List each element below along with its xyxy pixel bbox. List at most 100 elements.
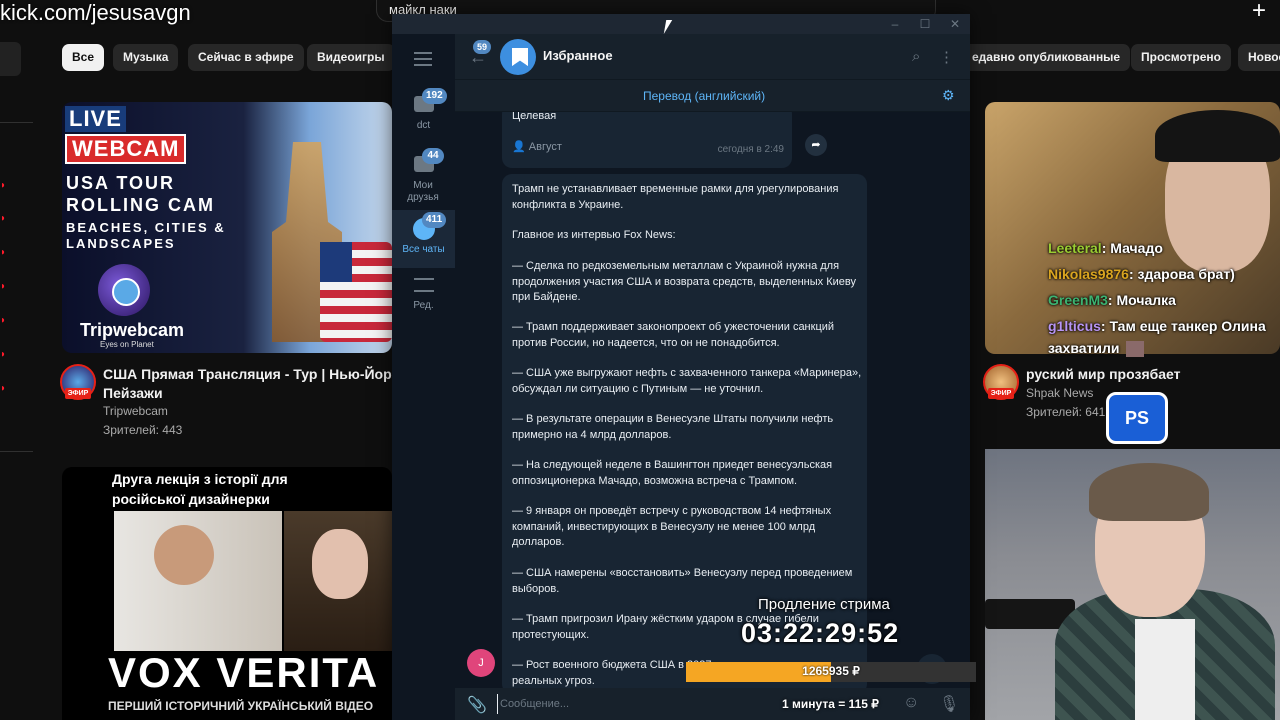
live-indicator-icon: ◗ [0,281,7,292]
minimize-icon[interactable]: – [880,14,910,34]
translate-label[interactable]: Перевод (английский) [643,89,765,103]
message-paragraph: — На следующей неделе в Вашингтон приеде… [512,459,833,487]
close-icon[interactable]: ✕ [940,14,970,34]
chat-text: : Там еще танкер Олина [1100,318,1266,334]
chip-new[interactable]: Новое [1238,44,1280,71]
folder-edit[interactable]: Ред. [392,270,455,328]
folder-label: dct [416,120,431,131]
streamer-webcam [985,449,1280,720]
message-paragraph: — Сделка по редкоземельным металлам с Ук… [512,260,856,303]
thumbnail-bottom-text: ПЕРШИЙ ІСТОРИЧНИЙ УКРАЇНСЬКИЙ ВІДЕО [108,699,374,713]
sidebar-edge [0,42,21,76]
chat-text: захватили [1048,340,1120,356]
forward-author: 👤 Август [512,141,562,153]
chip-music[interactable]: Музыка [113,44,179,71]
chat-text: : Мачадо [1101,240,1163,256]
create-plus-icon[interactable]: + [1252,0,1266,25]
video-thumbnail-vox-veritas[interactable]: Друга лекція з історії для російської ди… [62,467,392,720]
thumbnail-subline: BEACHES, CITIES & LANDSCAPES [66,220,226,252]
message-bubble[interactable]: Целевая 👤 Август сегодня в 2:49 [502,112,792,168]
video-thumbnail-usa-tour[interactable]: LIVE WEBCAM USA TOUR ROLLING CAM BEACHES… [62,102,392,353]
message-paragraph: Главное из интервью Fox News: [512,229,676,241]
chip-live-now[interactable]: Сейчас в эфире [188,44,304,71]
message-paragraph: — 9 января он проведёт встречу с руковод… [512,505,832,548]
thumbnail-brand: Tripwebcam [80,320,185,340]
thumbnail-person-left [114,511,282,651]
chat-message: GreenM3: Мочалка [1048,292,1176,308]
chat-text: : Мочалка [1107,292,1176,308]
message-paragraph: Трамп не устанавливает временные рамки д… [512,183,839,211]
thumbnail-caption: Друга лекція з історії для російської ди… [112,469,288,509]
unread-badge: 44 [422,148,444,164]
message-paragraph: — Трамп поддерживает законопроект об уже… [512,321,835,349]
window-titlebar[interactable]: – ☐ ✕ [392,14,970,34]
chat-title[interactable]: Избранное [543,48,613,63]
composer: 📎 ☺ 🎙 [455,688,970,720]
chat-message: захватили [1048,340,1144,358]
message-paragraph: — США намерены «восстановить» Венесуэлу … [512,567,853,595]
stream-extension-label: Продление стрима [758,596,890,613]
chat-username: g1lticus [1048,318,1101,334]
microphone-icon[interactable]: 🎙 [939,694,959,714]
thumbnail-line: російської дизайнерки [112,491,270,507]
thumbnail-big-text: VOX VERITA [108,649,380,696]
folder-label: Ред. [413,300,434,311]
chat-message: g1lticus: Там еще танкер Олина [1048,318,1266,334]
thumbnail-webcam-text: WEBCAM [65,134,187,164]
emoji-icon[interactable]: ☺ [903,694,919,712]
chat-message: Nikolas9876: здарова брат) [1048,266,1235,282]
maximize-icon[interactable]: ☐ [910,14,940,34]
folder-all-chats[interactable]: 411 Все чаты [392,210,455,268]
unread-badge: 411 [422,212,447,228]
stream-timer: 03:22:29:52 [741,618,900,648]
translate-settings-icon[interactable]: ⚙ [942,87,955,104]
live-indicator-icon: ◗ [0,383,7,394]
chat-username: Leeteral [1048,240,1102,256]
message-input[interactable] [497,694,777,714]
thumbnail-person-right [284,511,392,651]
live-indicator-icon: ◗ [0,315,7,326]
donation-amount: 1265935 ₽ [802,664,860,678]
thumbnail-headline: USA TOUR ROLLING CAM [66,172,215,216]
translate-bar[interactable]: Перевод (английский) ⚙ [455,80,970,112]
chat-text: : здарова брат) [1128,266,1235,282]
video-title[interactable]: руский мир прозябает [1026,365,1181,384]
channel-name[interactable]: Shpak News [1026,386,1093,400]
search-icon[interactable]: ⌕ [912,48,920,65]
telegram-window: – ☐ ✕ 192 dct 44 Мои друзья 411 Все чаты [392,14,970,720]
thumbnail-brand-sub: Eyes on Planet [100,340,154,349]
bookmark-icon[interactable] [500,39,536,75]
thumbnail-line: USA TOUR [66,173,176,193]
sidebar-divider [0,122,33,123]
thumbnail-live-text: LIVE [65,106,126,132]
donation-progress-bar: 1265935 ₽ [686,662,976,682]
message-text: Целевая [512,112,557,122]
thumbnail-line: BEACHES, CITIES & [66,220,226,235]
video-title-line: Пейзажи [103,385,163,401]
attach-icon[interactable]: 📎 [467,695,487,715]
thumbnail-line: LANDSCAPES [66,236,176,251]
video-thumbnail-shpak-news[interactable] [985,102,1280,354]
live-indicator-icon: ◗ [0,180,7,191]
author-name: Август [528,141,562,153]
menu-icon[interactable] [414,52,432,66]
chip-all[interactable]: Все [62,44,105,71]
video-title[interactable]: США Прямая Трансляция - Тур | Нью-Йорк, … [103,365,393,403]
channel-name[interactable]: Tripwebcam [103,404,168,418]
sender-avatar[interactable]: J [467,649,495,677]
emote-icon [1125,341,1144,358]
donation-rate: 1 минута = 115 ₽ [782,697,879,711]
ps-badge: PS [1106,392,1168,444]
folder-friends[interactable]: 44 Мои друзья [392,146,455,204]
chip-recently-uploaded[interactable]: едавно опубликованные [962,44,1131,71]
viewer-count: Зрителей: 641 [1026,405,1106,419]
chip-watched[interactable]: Просмотрено [1131,44,1232,71]
folder-dct[interactable]: 192 dct [392,86,455,144]
chat-message: Leeteral: Мачадо [1048,240,1163,256]
chat-username: Nikolas9876 [1048,266,1129,282]
more-vertical-icon[interactable]: ⋮ [939,48,954,66]
message-paragraph: — США уже выгружают нефть с захваченного… [512,367,862,395]
sidebar-divider [0,451,33,452]
share-icon[interactable]: ➦ [805,134,827,156]
chip-video-games[interactable]: Видеоигры [307,44,395,71]
